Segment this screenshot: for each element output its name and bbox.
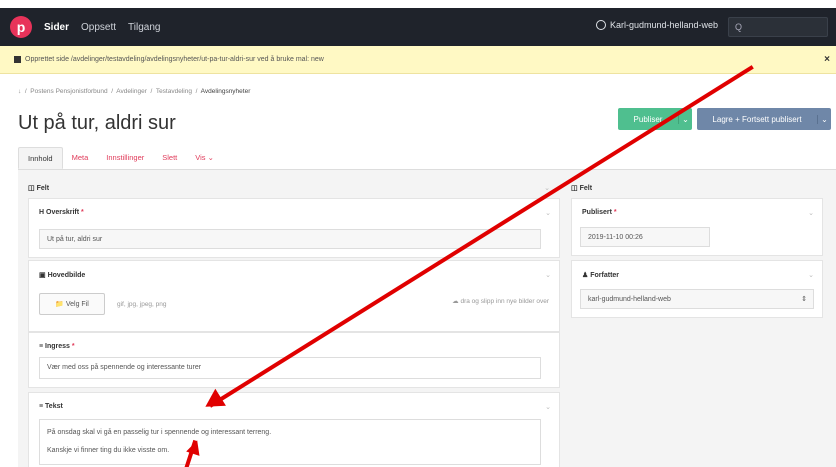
overskrift-label: H Overskrift * [39,209,84,216]
app-logo[interactable]: p [10,16,32,38]
tab-innhold[interactable]: Innhold [18,147,63,169]
main-nav: Sider Oppsett Tilgang [44,22,160,33]
ingress-label: ≡ Ingress * [39,343,75,350]
tekst-card: ≡ Tekst ⌄ På onsdag skal vi gå en passel… [28,392,560,467]
breadcrumb-item[interactable]: Avdelinger [116,88,147,95]
breadcrumb-item[interactable]: Postens Pensjonistforbund [30,88,107,95]
close-icon[interactable]: × [824,54,830,65]
chevron-down-icon[interactable]: ⌄ [678,114,692,124]
overskrift-card: H Overskrift * ⌄ Ut på tur, aldri sur [28,198,560,258]
chevron-down-icon[interactable]: ⌄ [817,114,831,124]
cloud-icon: ☁ [452,298,459,305]
columns-icon: ◫ [571,185,578,192]
notice-bar: Opprettet side /avdelinger/testavdeling/… [0,46,836,74]
text-icon: ≡ [39,343,44,350]
heading-icon: H [39,209,45,216]
tab-vis[interactable]: Vis ⌄ [186,147,223,169]
save-label: Lagre + Fortsett publisert [712,114,802,124]
select-arrows-icon: ⇕ [801,296,807,303]
page-title: Ut på tur, aldri sur [18,112,176,134]
columns-icon: ◫ [28,185,35,192]
text-icon: ≡ [39,403,44,410]
chevron-down-icon[interactable]: ⌄ [808,209,814,217]
user-icon [595,20,606,30]
ingress-card: ≡ Ingress * Vær med oss på spennende og … [28,332,560,388]
chevron-down-icon[interactable]: ⌄ [808,271,814,279]
forfatter-card: ♟ Forfatter ⌄ karl-gudmund-helland-web ⇕ [571,260,823,318]
folder-icon: 📁 [55,301,64,308]
hovedbilde-label: ▣ Hovedbilde [39,272,86,279]
hovedbilde-card: ▣ Hovedbilde ⌄ 📁 Velg Fil gif, jpg, jpeg… [28,260,560,332]
tekst-label: ≡ Tekst [39,403,63,410]
breadcrumb-item[interactable]: Testavdeling [156,88,192,95]
forfatter-label: ♟ Forfatter [582,272,620,279]
right-panel-title: ◫ Felt [571,185,593,192]
publisert-card: Publisert * ⌄ 2019-11-10 00:26 [571,198,823,256]
choose-file-button[interactable]: 📁 Velg Fil [39,293,105,315]
tab-meta[interactable]: Meta [63,147,98,169]
checkbox-icon [14,56,21,63]
file-types: gif, jpg, jpeg, png [117,301,167,308]
tekst-editor[interactable]: På onsdag skal vi gå en passelig tur i s… [39,419,541,465]
tab-slett[interactable]: Slett [153,147,186,169]
forfatter-select[interactable]: karl-gudmund-helland-web ⇕ [580,289,814,309]
left-panel-title: ◫ Felt [28,185,50,192]
tab-innstillinger[interactable]: Innstillinger [97,147,153,169]
download-icon[interactable]: ↓ [18,88,21,95]
drop-hint: ☁ dra og slipp inn nye bilder over [452,298,549,305]
nav-oppsett[interactable]: Oppsett [81,22,116,33]
tekst-line: Kanskje vi finner ting du ikke visste om… [47,447,170,454]
breadcrumb-current: Avdelingsnyheter [200,88,251,95]
chevron-down-icon[interactable]: ⌄ [545,403,551,411]
notice-text: Opprettet side /avdelinger/testavdeling/… [25,56,324,63]
nav-tilgang[interactable]: Tilgang [128,22,160,33]
top-navbar: p Sider Oppsett Tilgang Karl-gudmund-hel… [0,8,836,46]
content-area: ◫ Felt ⌄ H Overskrift * ⌄ Ut på tur, ald… [18,169,836,467]
publisert-input[interactable]: 2019-11-10 00:26 [580,227,710,247]
ingress-input[interactable]: Vær med oss på spennende og interessante… [39,357,541,379]
tab-bar: Innhold Meta Innstillinger Slett Vis ⌄ [18,147,223,169]
user-name: Karl-gudmund-helland-web [609,20,718,30]
publisert-label: Publisert * [582,209,617,216]
search-input[interactable]: Q [728,17,828,37]
breadcrumb: ↓ / Postens Pensjonistforbund / Avdeling… [18,88,251,95]
cms-editor-window: p Sider Oppsett Tilgang Karl-gudmund-hel… [0,0,836,467]
nav-sider[interactable]: Sider [44,22,69,33]
tekst-line: På onsdag skal vi gå en passelig tur i s… [47,429,272,436]
save-continue-button[interactable]: Lagre + Fortsett publisert ⌄ [697,108,831,130]
user-menu[interactable]: Karl-gudmund-helland-web [595,20,718,30]
chevron-down-icon[interactable]: ⌄ [545,271,551,279]
user-icon: ♟ [582,272,589,279]
chevron-down-icon[interactable]: ⌄ [545,209,551,217]
image-icon: ▣ [39,272,46,279]
